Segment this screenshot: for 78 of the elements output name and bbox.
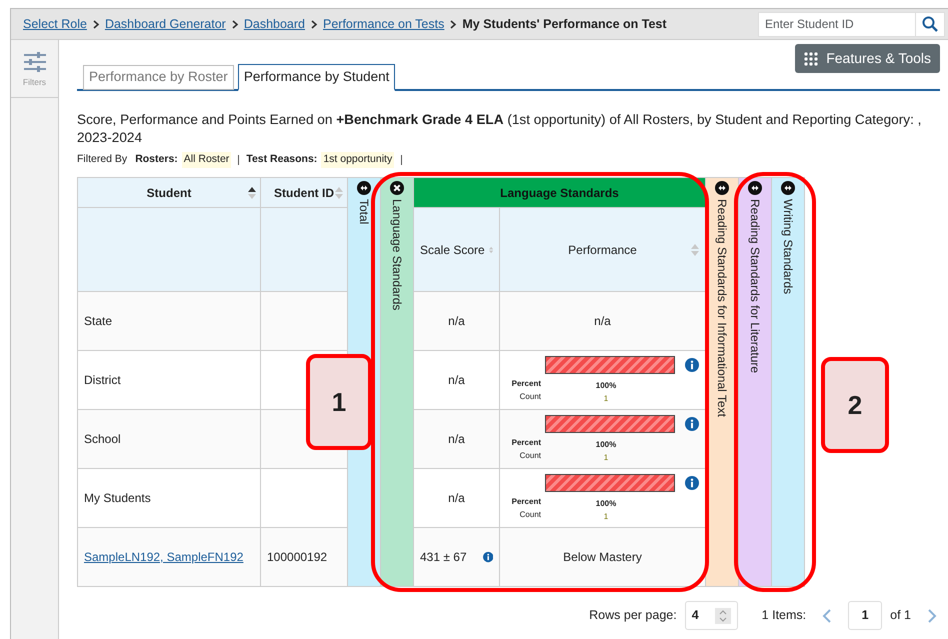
filter-caption: Filtered By [77,152,128,168]
breadcrumb-link[interactable]: Performance on Tests [323,14,444,34]
collapse-icon[interactable] [390,181,404,195]
count-label: Count [518,393,541,402]
report-title: Score, Performance and Points Earned on +Benchmark Grade 4 ELA (1st opportunity) of All Rosters, by Student and Reporting Category: , 2023-2024 [77,111,922,147]
percent-label: Percent [510,498,541,507]
column-header[interactable]: Performance [500,208,706,292]
grid-icon [804,52,818,66]
search-field[interactable]: Enter Student ID [758,12,915,36]
rows-per-page-field[interactable]: 4 [684,601,738,630]
chevron-icon [310,20,318,28]
info-icon[interactable] [685,416,699,431]
percent-value: 100% [596,498,616,508]
percent-label: Percent [510,439,541,448]
percent-value: 100% [596,380,616,390]
column-group-header: Language Standards [414,178,706,208]
expand-icon[interactable] [781,181,795,195]
column-label: Writing Standards [782,199,794,294]
expand-icon[interactable] [357,181,371,195]
filter-label: Test Reasons: [246,152,318,168]
percent-value: 100% [596,440,616,449]
filter-value: All Roster [182,152,232,168]
breadcrumb-link[interactable]: Dashboard Generator [104,14,226,34]
breadcrumb-current: My Students' Performance on Test [462,16,667,33]
stepper-icon[interactable] [714,608,731,624]
info-icon[interactable] [685,476,699,490]
sort-icon[interactable] [248,186,256,200]
percent-label: Percent [510,380,541,389]
search-button[interactable] [915,12,945,36]
items-count: 1 Items: [762,607,806,624]
expand-icon[interactable] [748,181,762,195]
table-cell-text: n/a [448,490,465,507]
chevron-icon [230,20,239,28]
column-label: Reading Standards for Literature [749,199,761,374]
expand-icon[interactable] [715,181,729,195]
count-label: Count [518,452,541,461]
table-cell: 100000192 [267,550,328,564]
sliders-icon [24,52,46,72]
table-cell-text: n/a [448,313,465,330]
column-header[interactable]: Student [78,178,260,208]
column-header[interactable]: Student ID [260,178,348,208]
collapsed-column[interactable]: Reading Standards for Literature [738,178,772,586]
table-cell: Below Mastery [563,550,642,564]
filter-label: Rosters: [135,152,178,168]
table-cell: My Students [84,491,151,505]
chevron-icon [92,20,100,28]
count-label: Count [518,511,541,520]
breadcrumb-link[interactable]: Select Role [23,14,87,34]
count-value: 1 [604,453,608,462]
column-header[interactable]: Scale Score [414,208,500,292]
table-cell: District [84,373,121,387]
count-value: 1 [604,512,608,521]
table-cell-text: n/a [448,372,465,389]
chevron-icon [449,20,458,28]
collapsed-column[interactable]: Language Standards [380,178,414,586]
tab[interactable]: Performance by Student [238,64,396,91]
column-label: Reading Standards for Informational Text [716,199,728,417]
callout-marker: 1 [306,354,372,450]
table-cell-text: n/a [448,431,465,448]
count-value: 1 [604,394,608,403]
breadcrumb-link[interactable]: Dashboard [244,14,305,34]
filter-value: 1st opportunity [321,152,394,168]
info-icon[interactable] [685,358,699,372]
rows-per-page-label: Rows per page: [589,607,677,624]
tab[interactable]: Performance by Roster [83,65,234,90]
table-cell-text: 431 ± 67 [420,549,467,566]
features-tools-button[interactable]: Features & Tools [795,44,940,73]
table-cell: n/a [594,314,611,328]
page-field[interactable]: 1 [848,601,882,630]
column-label: Language Standards [391,199,403,310]
table-cell: State [84,314,112,328]
search-icon [922,16,938,32]
collapsed-column[interactable]: Writing Standards [772,178,804,586]
callout-marker: 2 [821,357,889,453]
page-total: of 1 [890,607,911,624]
column-label: Total [358,199,370,224]
table-cell: School [84,432,121,446]
info-icon[interactable] [482,550,493,564]
